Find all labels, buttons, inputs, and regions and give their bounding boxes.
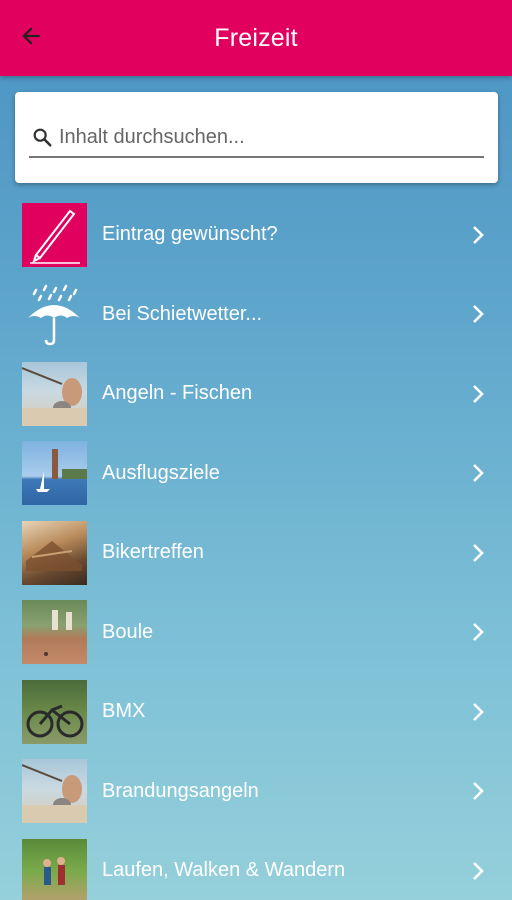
list-item-label: Bikertreffen bbox=[102, 541, 204, 564]
list-item-label: Eintrag gewünscht? bbox=[102, 223, 278, 246]
search-card bbox=[15, 92, 498, 183]
chevron-right-icon bbox=[471, 303, 489, 325]
list-item-bikertreffen[interactable]: Bikertreffen bbox=[0, 513, 512, 593]
list-item-bmx[interactable]: BMX bbox=[0, 672, 512, 752]
chevron-right-icon bbox=[471, 701, 489, 723]
list-item-brandungsangeln[interactable]: Brandungsangeln bbox=[0, 752, 512, 832]
list-item-label: Ausflugsziele bbox=[102, 461, 220, 484]
bmx-bike-photo bbox=[22, 679, 87, 744]
search-icon bbox=[31, 125, 55, 149]
list-item-eintrag[interactable]: Eintrag gewünscht? bbox=[0, 195, 512, 275]
lighthouse-sailboat-photo bbox=[22, 441, 87, 506]
chevron-right-icon bbox=[471, 224, 489, 246]
chevron-right-icon bbox=[471, 621, 489, 643]
list-item-ausflugsziele[interactable]: Ausflugsziele bbox=[0, 434, 512, 514]
list-item-laufen[interactable]: Laufen, Walken & Wandern bbox=[0, 831, 512, 900]
search-input[interactable] bbox=[59, 118, 484, 156]
boule-photo bbox=[22, 600, 87, 665]
umbrella-rain-icon bbox=[22, 282, 87, 346]
app-bar: Freizeit bbox=[0, 0, 512, 76]
back-button[interactable] bbox=[18, 20, 62, 56]
chevron-right-icon bbox=[471, 542, 489, 564]
list-item-angeln[interactable]: Angeln - Fischen bbox=[0, 354, 512, 434]
shipwreck-photo bbox=[22, 520, 87, 585]
chevron-right-icon bbox=[471, 462, 489, 484]
chevron-right-icon bbox=[471, 860, 489, 882]
fishing-photo bbox=[22, 361, 87, 426]
search-field[interactable] bbox=[29, 118, 484, 158]
list-item-label: Boule bbox=[102, 620, 154, 643]
list-item-schietwetter[interactable]: Bei Schietwetter... bbox=[0, 275, 512, 355]
list-item-boule[interactable]: Boule bbox=[0, 593, 512, 673]
list-item-label: Bei Schietwetter... bbox=[102, 302, 263, 325]
chevron-right-icon bbox=[471, 383, 489, 405]
page-title: Freizeit bbox=[214, 23, 298, 52]
arrow-left-icon bbox=[18, 23, 44, 54]
pencil-icon bbox=[22, 202, 87, 267]
list-item-label: Angeln - Fischen bbox=[102, 382, 253, 405]
category-list: Eintrag gewünscht? Bei Schietwetter... A… bbox=[0, 195, 512, 900]
chevron-right-icon bbox=[471, 780, 489, 802]
list-item-label: BMX bbox=[102, 700, 146, 723]
list-item-label: Laufen, Walken & Wandern bbox=[102, 859, 346, 882]
hikers-photo bbox=[22, 838, 87, 900]
fishing-photo bbox=[22, 759, 87, 824]
list-item-label: Brandungsangeln bbox=[102, 779, 259, 802]
